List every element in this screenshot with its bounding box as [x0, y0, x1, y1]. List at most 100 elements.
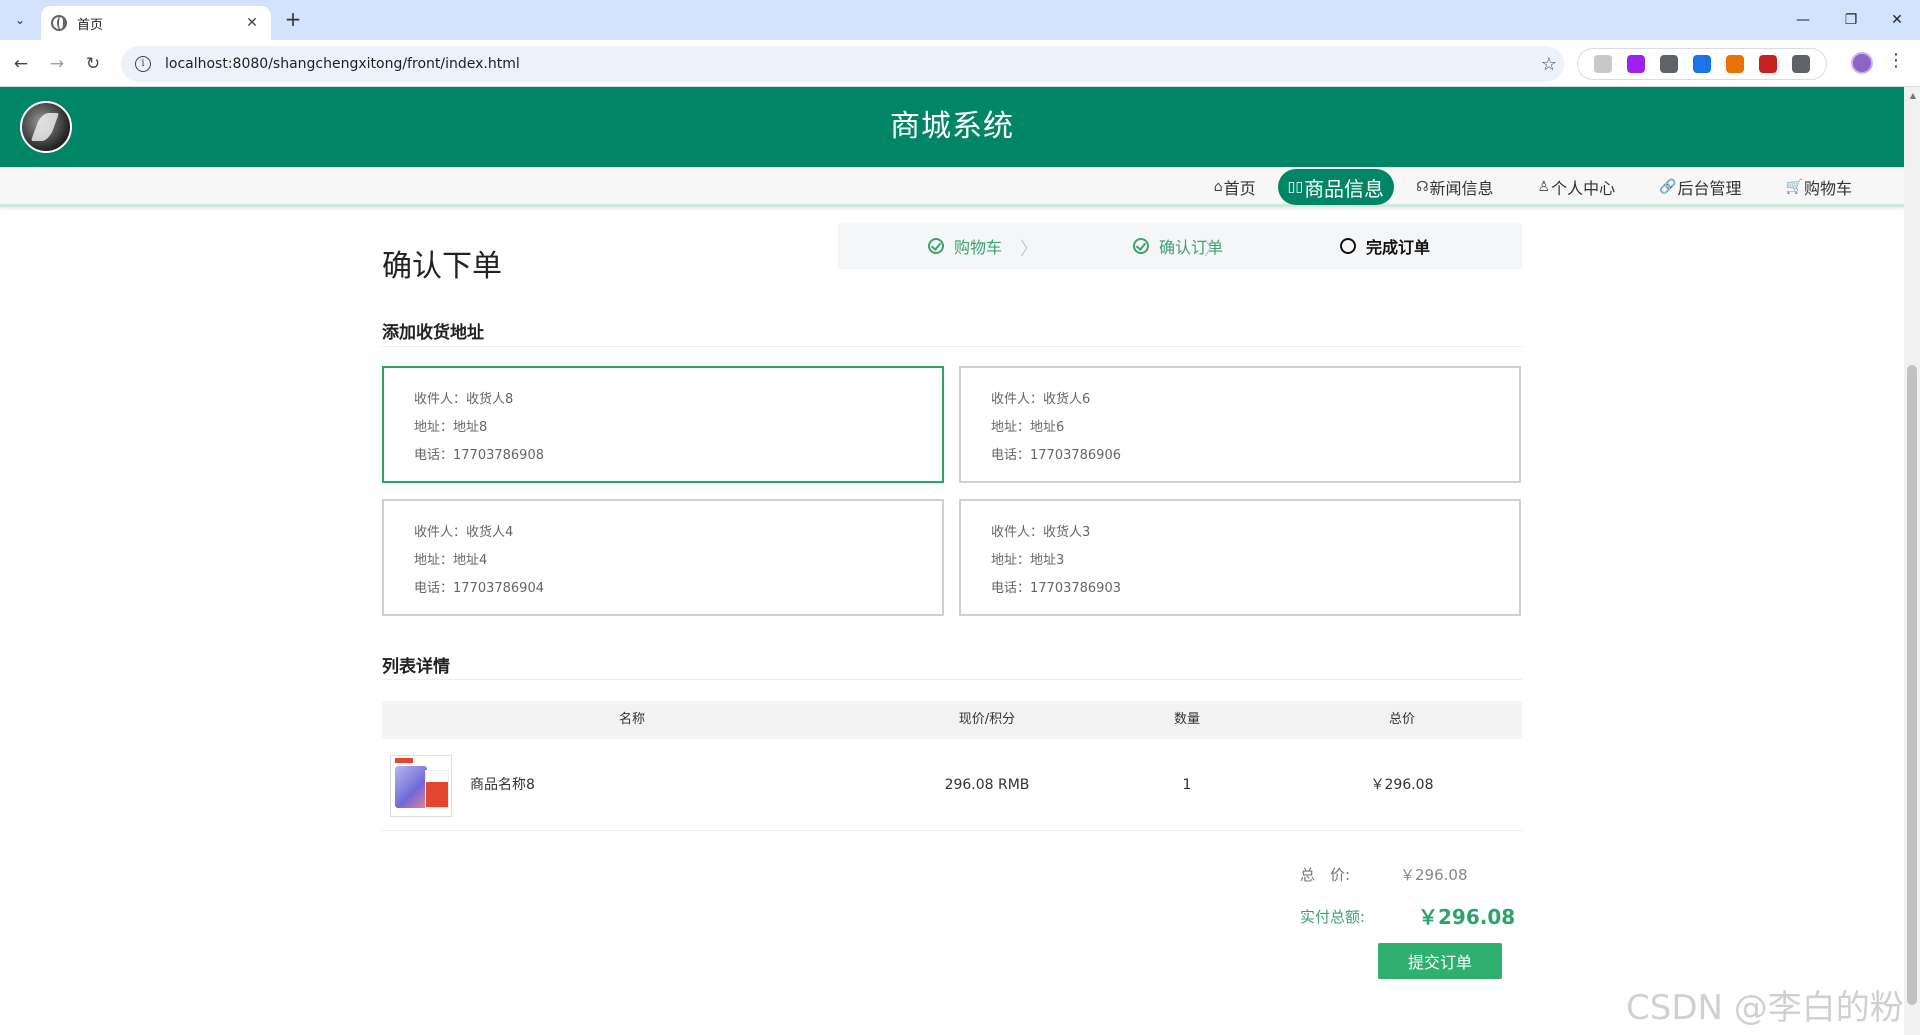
pay-total-value: ￥296.08 — [1418, 905, 1516, 929]
address-section-title: 添加收货地址 — [382, 323, 484, 343]
address-receiver: 收件人：收货人8 — [414, 392, 514, 407]
browser-tab-title: 首页 — [77, 17, 104, 33]
address-phone: 电话：17703786904 — [414, 581, 544, 596]
circle-icon — [1340, 238, 1356, 254]
step-cart: 购物车 — [928, 223, 1002, 269]
extension-icon[interactable] — [1626, 55, 1645, 73]
site-nav: ⌂ 首页 ▯▯ 商品信息 ☊ 新闻信息 ♙ 个人中心 🔗 后台管理 🛒 购物车 — [0, 167, 1904, 207]
address-receiver: 收件人：收货人3 — [991, 525, 1091, 540]
address-card[interactable]: 收件人：收货人3 地址：地址3 电话：17703786903 — [959, 499, 1521, 616]
divider — [382, 346, 1522, 347]
column-header: 现价/积分 — [958, 712, 1016, 727]
column-header: 名称 — [618, 712, 645, 727]
extension-icon[interactable] — [1759, 55, 1778, 73]
browser-tab-bar: ⌄ 首页 ✕ + — ❐ ✕ — [0, 0, 1920, 40]
address-text: 地址：地址8 — [414, 420, 488, 435]
order-steps: 购物车 〉 确认订单 〉 完成订单 — [838, 223, 1522, 269]
extension-icon[interactable] — [1726, 55, 1745, 73]
nav-item-2[interactable]: ☊ 新闻信息 — [1394, 169, 1515, 205]
product-thumbnail[interactable] — [390, 755, 452, 817]
product-quantity: 1 — [1182, 777, 1192, 793]
site-info-icon[interactable]: i — [135, 56, 151, 72]
nav-item-1[interactable]: ▯▯ 商品信息 — [1277, 169, 1395, 205]
chevron-right-icon: 〉 — [1020, 239, 1038, 260]
nav-icon: 🛒 — [1785, 179, 1803, 195]
reload-icon[interactable]: ↻ — [80, 51, 106, 77]
browser-toolbar: ← → ↻ i localhost:8080/shangchengxitong/… — [0, 40, 1920, 87]
address-phone: 电话：17703786903 — [991, 581, 1121, 596]
extension-icon[interactable] — [1593, 55, 1612, 73]
list-section-title: 列表详情 — [382, 657, 450, 677]
nav-label: 商品信息 — [1304, 176, 1385, 201]
extension-icon[interactable] — [1692, 55, 1711, 73]
back-arrow-icon[interactable]: ← — [8, 51, 34, 77]
globe-icon — [51, 15, 67, 31]
tab-list-chevron-icon[interactable]: ⌄ — [8, 8, 32, 32]
address-phone: 电话：17703786908 — [414, 448, 544, 463]
profile-avatar-icon[interactable] — [1851, 52, 1873, 74]
address-card[interactable]: 收件人：收货人6 地址：地址6 电话：17703786906 — [959, 366, 1521, 483]
extension-icon[interactable] — [1659, 55, 1678, 73]
table-row: 商品名称8 296.08 RMB 1 ￥296.08 — [382, 739, 1522, 831]
check-circle-icon — [1133, 238, 1149, 254]
pay-total-label: 实付总额: — [1300, 908, 1366, 926]
address-phone: 电话：17703786906 — [991, 448, 1121, 463]
submit-order-button[interactable]: 提交订单 — [1378, 943, 1502, 979]
page-title: 确认下单 — [382, 249, 502, 284]
nav-label: 首页 — [1223, 179, 1256, 198]
divider — [382, 679, 1522, 680]
browser-menu-icon[interactable]: ⋮ — [1886, 50, 1906, 71]
nav-label: 新闻信息 — [1429, 179, 1494, 198]
site-title: 商城系统 — [890, 109, 1014, 144]
extensions-group — [1577, 48, 1827, 80]
tab-close-icon[interactable]: ✕ — [243, 15, 261, 31]
minimize-icon[interactable]: — — [1780, 0, 1826, 40]
window-close-icon[interactable]: ✕ — [1874, 0, 1920, 40]
scrollbar[interactable]: ▲ — [1904, 87, 1920, 1035]
site-header: 商城系统 — [0, 87, 1904, 167]
nav-icon: 🔗 — [1659, 179, 1677, 195]
address-card[interactable]: 收件人：收货人8 地址：地址8 电话：17703786908 — [382, 366, 944, 483]
scrollbar-thumb[interactable] — [1907, 365, 1917, 1005]
watermark: CSDN @李白的粉 — [1626, 988, 1904, 1028]
nav-item-0[interactable]: ⌂ 首页 — [1192, 169, 1278, 205]
forward-arrow-icon[interactable]: → — [44, 51, 70, 77]
nav-items: ⌂ 首页 ▯▯ 商品信息 ☊ 新闻信息 ♙ 个人中心 🔗 后台管理 🛒 购物车 — [1192, 167, 1874, 207]
product-price: 296.08 RMB — [944, 777, 1030, 793]
total-price-value: ￥296.08 — [1400, 866, 1468, 884]
nav-label: 个人中心 — [1551, 179, 1616, 198]
column-header: 数量 — [1173, 712, 1200, 727]
address-bar[interactable]: i localhost:8080/shangchengxitong/front/… — [121, 46, 1564, 82]
browser-tab[interactable]: 首页 ✕ — [41, 6, 271, 40]
nav-icon: ♙ — [1537, 179, 1551, 195]
address-card[interactable]: 收件人：收货人4 地址：地址4 电话：17703786904 — [382, 499, 944, 616]
nav-icon: ☊ — [1416, 179, 1429, 195]
restore-icon[interactable]: ❐ — [1828, 0, 1874, 40]
product-name: 商品名称8 — [470, 777, 535, 793]
table-header: 名称 现价/积分 数量 总价 — [382, 701, 1522, 739]
bookmark-star-icon[interactable]: ☆ — [1534, 54, 1564, 75]
page-viewport: 商城系统 ⌂ 首页 ▯▯ 商品信息 ☊ 新闻信息 ♙ 个人中心 🔗 后台管理 🛒 购物车 确认下单 购… — [0, 87, 1920, 1035]
nav-icon: ⌂ — [1213, 179, 1223, 195]
scroll-up-arrow-icon[interactable]: ▲ — [1910, 91, 1916, 100]
product-total: ￥296.08 — [1370, 777, 1434, 793]
nav-label: 购物车 — [1803, 179, 1852, 198]
address-bar-url[interactable]: localhost:8080/shangchengxitong/front/in… — [165, 56, 1534, 72]
address-text: 地址：地址4 — [414, 553, 488, 568]
column-header: 总价 — [1388, 712, 1415, 727]
nav-item-5[interactable]: 🛒 购物车 — [1764, 169, 1874, 205]
check-circle-icon — [928, 238, 944, 254]
address-text: 地址：地址6 — [991, 420, 1065, 435]
address-receiver: 收件人：收货人4 — [414, 525, 514, 540]
nav-label: 后台管理 — [1677, 179, 1742, 198]
step-label: 购物车 — [954, 238, 1003, 257]
total-price-label: 总 价: — [1300, 866, 1351, 884]
chevron-right-icon: 〉 — [1204, 239, 1222, 260]
nav-item-4[interactable]: 🔗 后台管理 — [1637, 169, 1763, 205]
address-receiver: 收件人：收货人6 — [991, 392, 1091, 407]
new-tab-plus-icon[interactable]: + — [281, 8, 305, 32]
step-complete: 完成订单 — [1340, 223, 1430, 269]
nav-item-3[interactable]: ♙ 个人中心 — [1516, 169, 1638, 205]
step-label: 完成订单 — [1366, 238, 1431, 257]
extension-icon[interactable] — [1792, 55, 1811, 73]
